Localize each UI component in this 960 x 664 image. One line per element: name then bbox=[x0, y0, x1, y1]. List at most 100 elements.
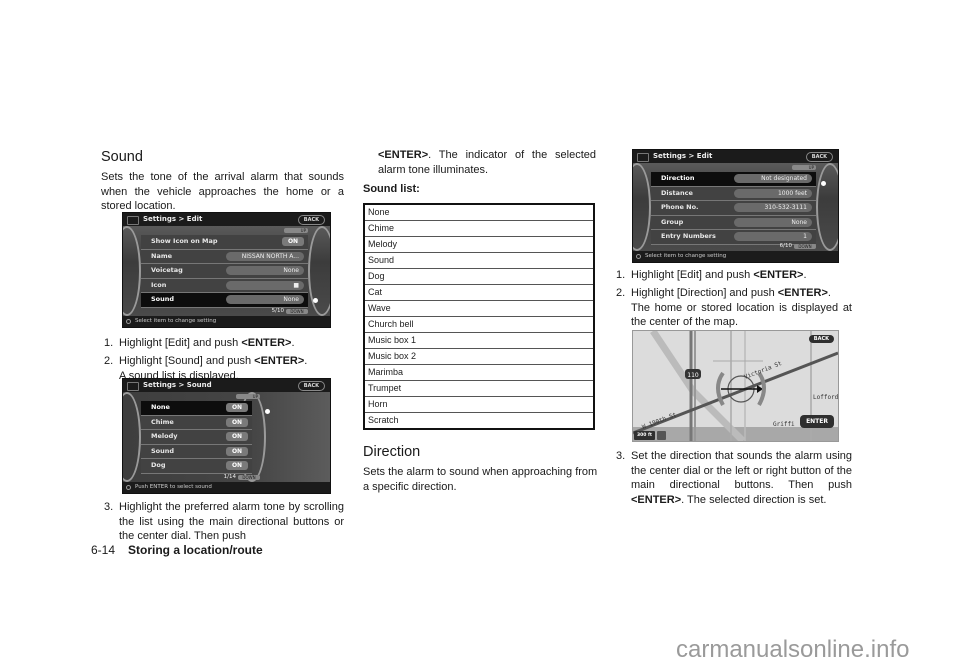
list-item[interactable]: Name NISSAN NORTH A... bbox=[141, 249, 308, 265]
sound-list-row: Cat bbox=[364, 284, 594, 301]
enter-key-label: <ENTER> bbox=[777, 287, 828, 299]
status-bar: Select item to change setting bbox=[633, 251, 838, 262]
list-item[interactable]: Group None bbox=[651, 215, 816, 231]
sound-list-row: Music box 1 bbox=[364, 332, 594, 349]
list-item[interactable]: Icon ■ bbox=[141, 278, 308, 294]
row-label: Group bbox=[661, 217, 684, 226]
step-text-end: . bbox=[291, 337, 295, 349]
step-text: Highlight [Direction] and push bbox=[631, 287, 778, 299]
watermark[interactable]: carmanualsonline.info bbox=[676, 636, 909, 664]
row-label: Sound bbox=[151, 295, 175, 304]
enter-key-label: <ENTER> bbox=[254, 355, 305, 367]
map-scale-button[interactable]: 300 ft bbox=[634, 431, 656, 440]
step-text-end: . bbox=[304, 355, 308, 367]
step-text-end: . bbox=[827, 287, 831, 299]
left-arc-decoration bbox=[123, 392, 141, 482]
list-item[interactable]: Voicetag None bbox=[141, 264, 308, 279]
step-number: 3. bbox=[104, 501, 114, 513]
indicator-on: ON bbox=[226, 461, 248, 471]
menu-icon bbox=[127, 382, 139, 391]
toggle-on[interactable]: ON bbox=[282, 237, 304, 246]
sound-name: Music box 1 bbox=[364, 332, 594, 349]
back-button[interactable]: BACK bbox=[805, 152, 833, 162]
step-1: 1. Highlight [Edit] and push <ENTER>. bbox=[104, 336, 344, 351]
step-number: 1. bbox=[616, 269, 626, 281]
step-number: 3. bbox=[616, 450, 626, 462]
sound-name: Dog bbox=[364, 268, 594, 285]
right-arc-decoration bbox=[816, 163, 838, 251]
back-button[interactable]: BACK bbox=[297, 215, 325, 225]
scroll-down-button[interactable]: DOWN bbox=[238, 475, 260, 480]
sound-list-table: None Chime Melody Sound Dog Cat Wave Church bel… bbox=[363, 203, 595, 430]
scroll-down-button[interactable]: DOWN bbox=[286, 309, 308, 314]
icon-value: ■ bbox=[226, 280, 304, 290]
scroll-up-button[interactable]: UP bbox=[284, 228, 308, 233]
sound-list-row: Sound bbox=[364, 252, 594, 269]
status-bar: Push ENTER to select sound bbox=[123, 482, 330, 493]
status-text: Push ENTER to select sound bbox=[135, 484, 212, 490]
list-item-selected[interactable]: Direction Not designated bbox=[651, 172, 816, 187]
direction-map[interactable]: 110 W 190th St Victoria St Griffi Loffor… bbox=[632, 330, 839, 442]
status-bar: Select item to change setting bbox=[123, 316, 330, 327]
row-value: None bbox=[226, 295, 304, 305]
enter-key-label: <ENTER> bbox=[378, 149, 429, 161]
screen-body: UP Show Icon on Map ON Name NISSAN NORTH A… bbox=[123, 226, 330, 316]
row-label: Icon bbox=[151, 280, 167, 289]
indicator-on: ON bbox=[226, 432, 248, 442]
indicator-on: ON bbox=[226, 403, 248, 412]
map-back-button[interactable]: BACK bbox=[808, 335, 834, 343]
sound-list-row: Music box 2 bbox=[364, 348, 594, 365]
row-label: Name bbox=[151, 251, 173, 260]
step-text: Highlight [Sound] and push bbox=[119, 355, 255, 367]
scroll-up-button[interactable]: UP bbox=[236, 394, 260, 399]
screen-title: Settings > Edit bbox=[143, 215, 203, 223]
section-title: Storing a location/route bbox=[128, 543, 263, 557]
scroll-up-button[interactable]: UP bbox=[792, 165, 816, 170]
screen-body: UP Direction Not designated Distance 1000 … bbox=[633, 163, 838, 251]
screen-title: Settings > Edit bbox=[653, 152, 713, 160]
sound-list-row: Marimba bbox=[364, 364, 594, 381]
sound-list-row: Chime bbox=[364, 220, 594, 237]
back-button[interactable]: BACK bbox=[297, 381, 325, 391]
list-item[interactable]: Show Icon on Map ON bbox=[141, 235, 308, 250]
dial-icon bbox=[126, 319, 131, 324]
list-item[interactable]: Phone No. 310-532-3111 bbox=[651, 201, 816, 216]
sound-list-row: Church bell bbox=[364, 316, 594, 333]
step-continuation: The home or stored location is displayed… bbox=[631, 301, 852, 329]
row-value: 1 bbox=[734, 232, 812, 242]
direction-intro-text: Sets the alarm to sound when approaching… bbox=[363, 466, 598, 493]
dial-icon bbox=[636, 254, 641, 259]
street-label: Lofford S bbox=[813, 394, 838, 401]
sound-list-row: Horn bbox=[364, 396, 594, 413]
enter-key-label: <ENTER> bbox=[753, 269, 804, 281]
row-value: 310-532-3111 bbox=[734, 203, 812, 213]
sound-name: Chime bbox=[364, 220, 594, 237]
list-item-selected[interactable]: Sound None bbox=[141, 293, 308, 308]
right-arc-decoration bbox=[308, 226, 330, 316]
map-view-icon[interactable] bbox=[657, 431, 666, 440]
list-item[interactable]: Dog ON bbox=[141, 459, 252, 474]
left-arc-decoration bbox=[123, 226, 141, 316]
sound-name: Music box 2 bbox=[364, 348, 594, 365]
row-label: Direction bbox=[661, 174, 695, 182]
list-item[interactable]: Distance 1000 feet bbox=[651, 186, 816, 202]
step-number: 1. bbox=[104, 337, 114, 349]
right-step-1: 1. Highlight [Edit] and push <ENTER>. bbox=[616, 268, 852, 283]
step-3-continuation: <ENTER>. The indicator of the selected a… bbox=[378, 148, 596, 177]
step-text-end: . The selected direction is set. bbox=[681, 493, 827, 506]
row-value: Not designated bbox=[734, 174, 812, 183]
list-item-selected[interactable]: None ON bbox=[141, 401, 252, 416]
sound-list-row: Dog bbox=[364, 268, 594, 285]
sound-name: Marimba bbox=[364, 364, 594, 381]
map-enter-button[interactable]: ENTER bbox=[800, 415, 834, 428]
row-label: Show Icon on Map bbox=[151, 237, 218, 245]
step-text: Highlight [Edit] and push bbox=[631, 269, 754, 281]
list-item[interactable]: Sound ON bbox=[141, 444, 252, 460]
enter-key-label: <ENTER> bbox=[631, 493, 682, 506]
page-indicator: 5/10 bbox=[271, 308, 284, 314]
screen-title-bar: Settings > Edit BACK bbox=[633, 150, 838, 163]
step-text: Set the direction that sounds the alarm … bbox=[631, 450, 852, 492]
scroll-down-button[interactable]: DOWN bbox=[794, 244, 816, 249]
list-item[interactable]: Melody ON bbox=[141, 430, 252, 445]
list-item[interactable]: Chime ON bbox=[141, 415, 252, 431]
